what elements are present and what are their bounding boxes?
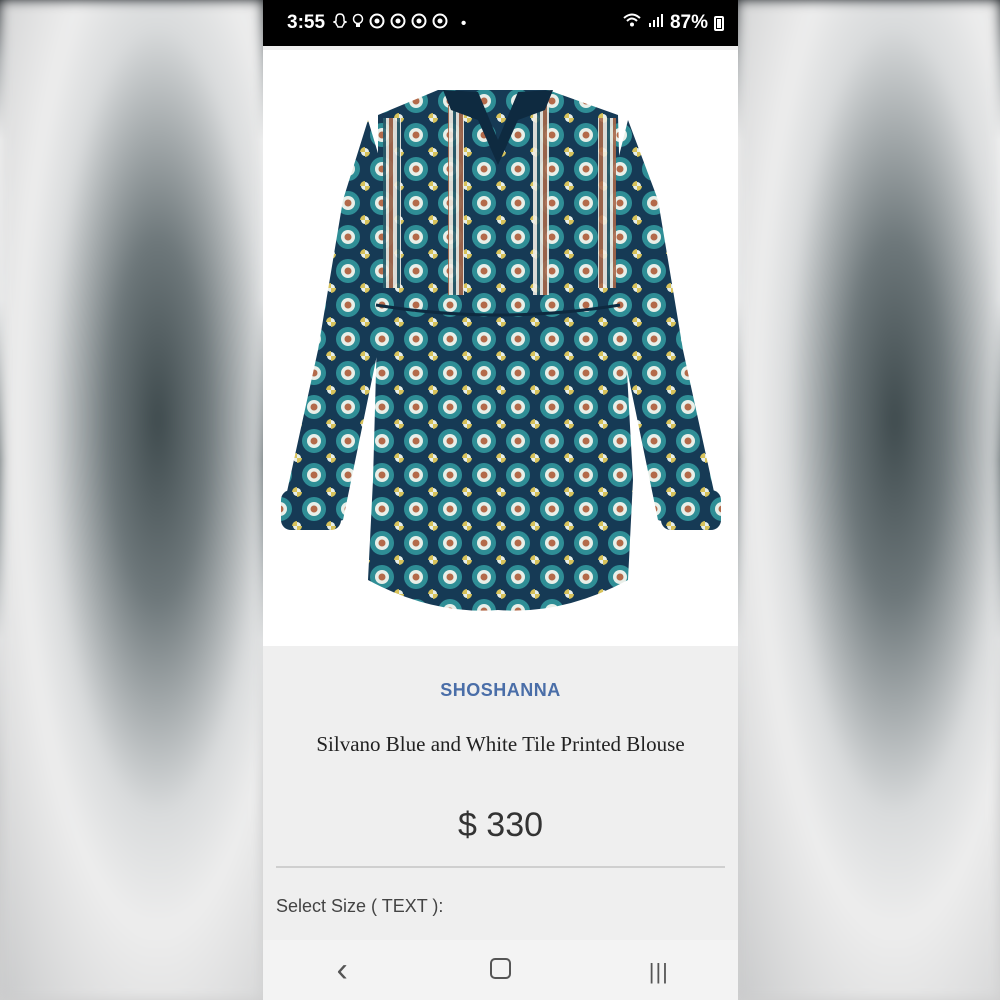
more-notifications-dot: • <box>461 14 467 32</box>
lightbulb-icon <box>352 13 364 33</box>
status-time: 3:55 <box>287 12 326 33</box>
brand-name[interactable]: SHOSHANNA <box>263 680 738 701</box>
back-button[interactable]: ‹ <box>302 951 382 990</box>
divider <box>276 866 725 868</box>
wifi-icon <box>622 12 642 34</box>
chrome-icon <box>390 13 406 33</box>
notification-icons: • <box>332 13 467 33</box>
signal-icon <box>648 12 664 34</box>
phone-screen: 3:55 • 87% SHOSHANNA Silvano Blue and Wh… <box>263 0 738 1000</box>
battery-percent: 87% <box>669 12 708 33</box>
recents-button[interactable]: ||| <box>619 955 699 986</box>
home-button[interactable] <box>460 955 540 986</box>
blouse-illustration <box>281 90 721 611</box>
background-blur-left <box>0 0 263 1000</box>
snapchat-icon <box>332 13 348 33</box>
product-price: $ 330 <box>457 806 544 844</box>
chrome-icon <box>411 13 427 33</box>
chrome-icon <box>369 13 385 33</box>
product-title: Silvano Blue and White Tile Printed Blou… <box>316 732 685 756</box>
background-blur-right <box>737 0 1000 1000</box>
home-icon <box>489 957 511 979</box>
select-size-label: Select Size ( TEXT ): <box>276 896 444 916</box>
navigation-bar: ‹ ||| <box>263 940 738 1000</box>
product-image[interactable] <box>263 50 738 646</box>
battery-icon <box>714 15 724 31</box>
status-bar: 3:55 • 87% <box>263 0 738 46</box>
recents-icon: ||| <box>648 958 669 984</box>
product-info: SHOSHANNA Silvano Blue and White Tile Pr… <box>263 646 738 938</box>
back-icon: ‹ <box>336 950 348 989</box>
chrome-icon <box>432 13 448 33</box>
